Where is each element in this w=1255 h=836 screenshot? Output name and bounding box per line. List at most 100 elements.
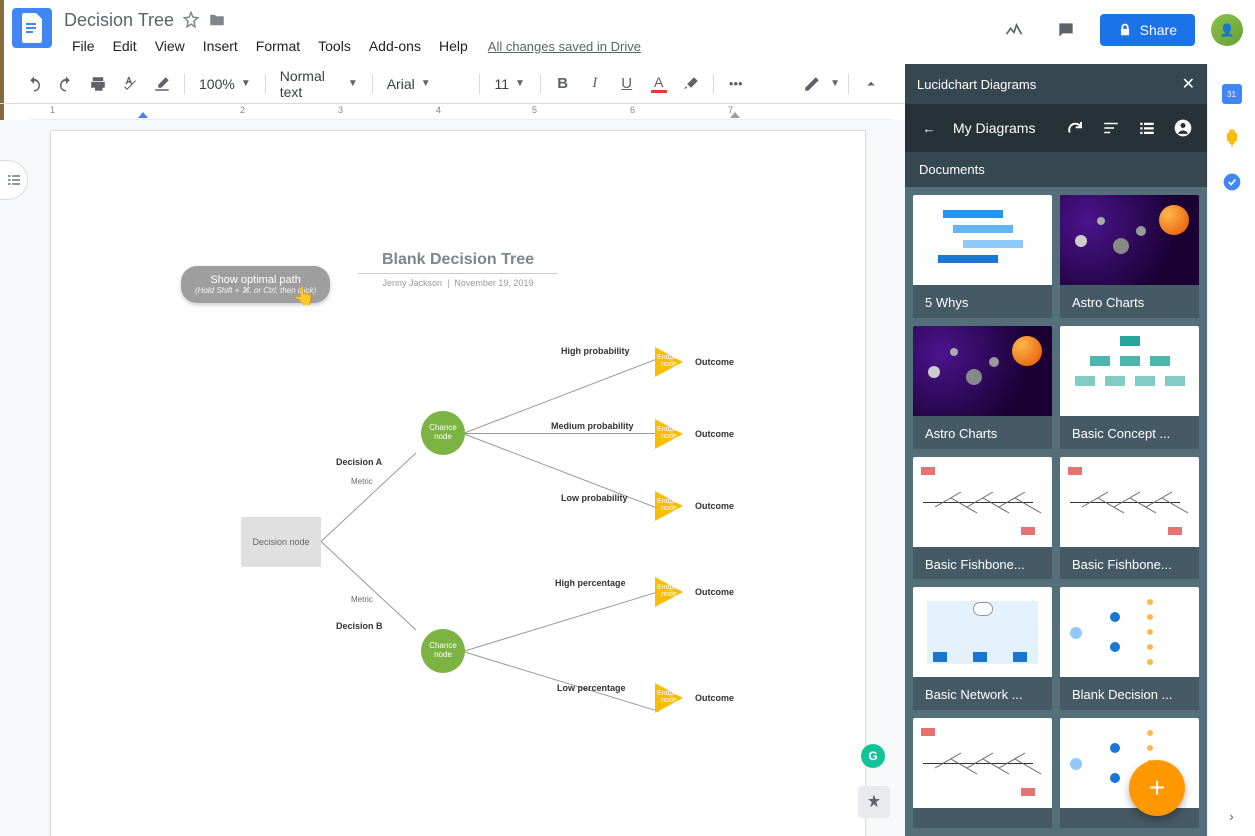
text-color-button[interactable]: A	[645, 70, 673, 98]
template-thumbnail	[1060, 587, 1199, 677]
template-thumbnail	[913, 326, 1052, 416]
templates-grid: 5 WhysAstro ChartsAstro ChartsBasic Conc…	[905, 187, 1207, 836]
show-side-panel-button[interactable]: ›	[1229, 809, 1233, 824]
template-card[interactable]	[913, 718, 1052, 828]
font-select[interactable]: Arial▼	[381, 70, 471, 98]
template-title: Blank Decision ...	[1060, 677, 1199, 710]
hide-menus-button[interactable]	[857, 70, 885, 98]
page[interactable]: Blank Decision Tree Jenny Jackson | Nove…	[50, 130, 866, 836]
close-sidebar-button[interactable]: ✕	[1182, 74, 1195, 94]
template-title: Astro Charts	[913, 416, 1052, 449]
cursor-icon: 👆	[293, 286, 315, 307]
template-thumbnail	[1060, 457, 1199, 547]
underline-button[interactable]: U	[613, 70, 641, 98]
template-title: Astro Charts	[1060, 285, 1199, 318]
section-header: Documents	[905, 152, 1207, 187]
menu-file[interactable]: File	[64, 34, 103, 58]
document-title[interactable]: Decision Tree	[64, 10, 174, 31]
account-icon[interactable]	[1171, 116, 1195, 140]
template-card[interactable]: Basic Network ...	[913, 587, 1052, 710]
template-thumbnail	[913, 718, 1052, 808]
template-thumbnail	[913, 587, 1052, 677]
undo-button[interactable]	[20, 70, 48, 98]
user-avatar[interactable]: 👤	[1211, 14, 1243, 46]
outline-toggle[interactable]	[0, 160, 28, 200]
template-title	[913, 808, 1052, 828]
menu-bar: File Edit View Insert Format Tools Add-o…	[64, 34, 996, 58]
indent-marker-left[interactable]	[138, 112, 148, 118]
activity-icon[interactable]	[996, 12, 1032, 48]
endpoint-node: Endpoint node	[655, 419, 683, 449]
back-button[interactable]: ←	[917, 116, 941, 140]
font-size-select[interactable]: 11▼	[488, 70, 532, 98]
paint-format-button[interactable]	[148, 70, 176, 98]
list-view-icon[interactable]	[1135, 116, 1159, 140]
template-title: Basic Concept ...	[1060, 416, 1199, 449]
calendar-icon[interactable]: 31	[1222, 84, 1242, 104]
document-canvas: Blank Decision Tree Jenny Jackson | Nove…	[0, 120, 905, 836]
grammarly-badge[interactable]: G	[861, 744, 885, 768]
chance-node-a: Chance node	[421, 411, 465, 455]
refresh-icon[interactable]	[1063, 116, 1087, 140]
template-title: 5 Whys	[913, 285, 1052, 318]
lucidchart-sidebar: Lucidchart Diagrams ✕ ← My Diagrams Docu…	[905, 64, 1207, 836]
chance-node-b: Chance node	[421, 629, 465, 673]
menu-edit[interactable]: Edit	[105, 34, 145, 58]
move-folder-icon[interactable]	[208, 11, 226, 29]
diagram-title: Blank Decision Tree	[358, 251, 558, 274]
menu-tools[interactable]: Tools	[310, 34, 359, 58]
header: Decision Tree File Edit View Insert Form…	[0, 0, 1255, 64]
menu-insert[interactable]: Insert	[195, 34, 246, 58]
toolbar: 100%▼ Normal text▼ Arial▼ 11▼ B I U A ••…	[0, 64, 905, 104]
comments-icon[interactable]	[1048, 12, 1084, 48]
explore-button[interactable]	[858, 786, 890, 818]
template-thumbnail	[1060, 326, 1199, 416]
menu-format[interactable]: Format	[248, 34, 308, 58]
template-card[interactable]: Basic Concept ...	[1060, 326, 1199, 449]
endpoint-node: Endpoint node	[655, 683, 683, 713]
sidebar-title: Lucidchart Diagrams	[917, 77, 1036, 92]
italic-button[interactable]: I	[581, 70, 609, 98]
redo-button[interactable]	[52, 70, 80, 98]
add-diagram-fab[interactable]: +	[1129, 760, 1185, 816]
diagram-header: Blank Decision Tree Jenny Jackson | Nove…	[358, 251, 558, 288]
saved-status[interactable]: All changes saved in Drive	[488, 39, 641, 54]
template-title: Basic Fishbone...	[913, 547, 1052, 580]
nav-title: My Diagrams	[953, 120, 1051, 136]
template-card[interactable]: Basic Fishbone...	[913, 457, 1052, 580]
style-select[interactable]: Normal text▼	[274, 70, 364, 98]
lock-icon	[1118, 23, 1132, 37]
endpoint-node: Endpoint node	[655, 347, 683, 377]
right-rail: 31 ›	[1207, 64, 1255, 836]
spellcheck-button[interactable]	[116, 70, 144, 98]
print-button[interactable]	[84, 70, 112, 98]
sort-icon[interactable]	[1099, 116, 1123, 140]
highlight-button[interactable]	[677, 70, 705, 98]
zoom-select[interactable]: 100%▼	[193, 70, 257, 98]
template-title: Basic Fishbone...	[1060, 547, 1199, 580]
template-title	[1060, 808, 1199, 828]
star-icon[interactable]	[182, 11, 200, 29]
template-card[interactable]: Astro Charts	[1060, 195, 1199, 318]
docs-logo-icon[interactable]	[12, 8, 52, 48]
template-thumbnail	[913, 457, 1052, 547]
ruler: 1 2 3 4 5 6 7	[30, 104, 893, 120]
template-card[interactable]: Blank Decision ...	[1060, 587, 1199, 710]
endpoint-node: Endpoint node	[655, 577, 683, 607]
tasks-icon[interactable]	[1222, 172, 1242, 192]
endpoint-node: Endpoint node	[655, 491, 683, 521]
menu-addons[interactable]: Add-ons	[361, 34, 429, 58]
menu-view[interactable]: View	[147, 34, 193, 58]
share-button[interactable]: Share	[1100, 14, 1195, 46]
decision-tree-diagram[interactable]: Decision node Chance node Chance node De…	[241, 331, 801, 751]
editing-mode-button[interactable]	[798, 70, 826, 98]
bold-button[interactable]: B	[549, 70, 577, 98]
more-toolbar-button[interactable]: •••	[722, 70, 750, 98]
template-thumbnail	[913, 195, 1052, 285]
keep-icon[interactable]	[1222, 128, 1242, 148]
template-card[interactable]: 5 Whys	[913, 195, 1052, 318]
menu-help[interactable]: Help	[431, 34, 476, 58]
template-card[interactable]: Basic Fishbone...	[1060, 457, 1199, 580]
template-card[interactable]: Astro Charts	[913, 326, 1052, 449]
template-thumbnail	[1060, 195, 1199, 285]
